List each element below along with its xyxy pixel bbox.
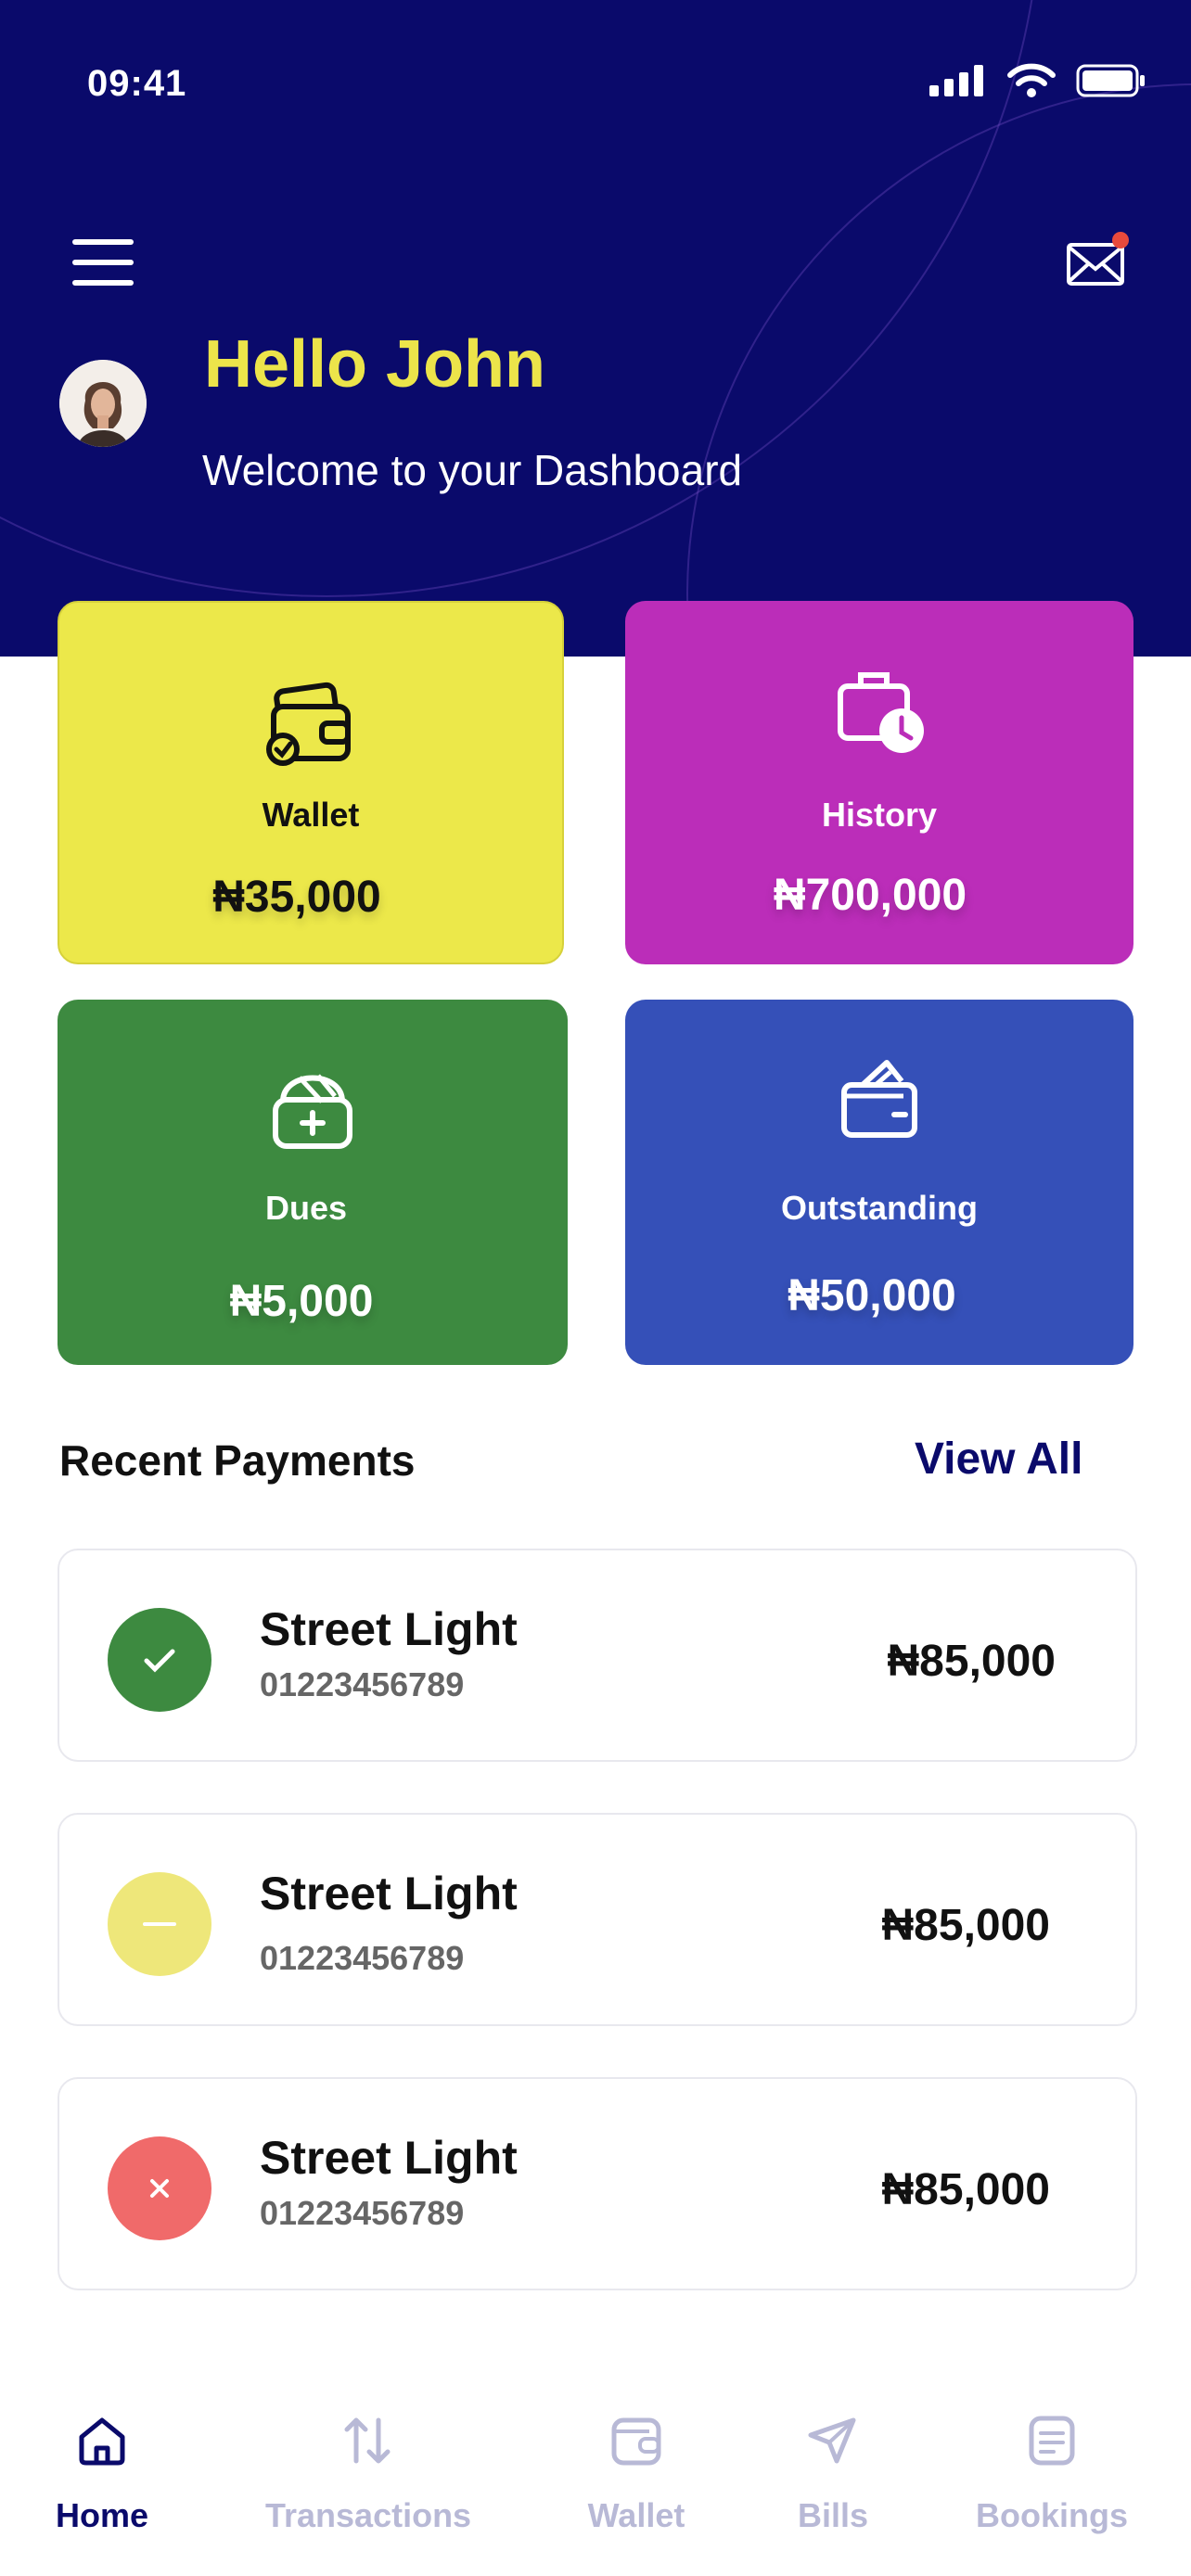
view-all-link[interactable]: View All (915, 1434, 1082, 1485)
payment-account: 01223456789 (260, 2194, 465, 2232)
status-success-icon (108, 1608, 211, 1712)
document-icon (1029, 2416, 1075, 2466)
payment-account: 01223456789 (260, 1665, 465, 1703)
bottom-nav: Home Transactions Wallet Bills Bookings (0, 2355, 1191, 2576)
wallet-icon (841, 1060, 917, 1138)
payment-name: Street Light (260, 2132, 518, 2184)
nav-label: Bookings (975, 2496, 1128, 2534)
mail-icon[interactable] (1065, 232, 1132, 289)
wallet-check-icon (266, 682, 351, 766)
battery-icon (1076, 64, 1145, 97)
signal-icon (929, 65, 983, 96)
nav-label: Bills (797, 2496, 869, 2534)
arrows-up-down-icon (344, 2417, 391, 2464)
card-amount: ₦50,000 (788, 1271, 956, 1320)
nav-label: Home (55, 2496, 149, 2534)
nav-label: Wallet (587, 2496, 685, 2534)
payment-account: 01223456789 (260, 1939, 465, 1977)
card-label: Dues (264, 1189, 348, 1227)
recent-payments-title: Recent Payments (59, 1436, 416, 1485)
nav-label: Transactions (265, 2496, 472, 2534)
card-label: Wallet (262, 796, 360, 834)
card-amount: ₦700,000 (773, 871, 967, 920)
notification-dot (1112, 232, 1129, 249)
wallet-plus-icon (273, 1074, 352, 1149)
outstanding-card[interactable]: Outstanding ₦50,000 (625, 1000, 1133, 1365)
wifi-icon (1007, 63, 1056, 97)
card-amount: ₦5,000 (229, 1277, 374, 1326)
status-failed-icon (108, 2136, 211, 2240)
send-icon (808, 2417, 856, 2464)
wallet-card[interactable]: Wallet ₦35,000 (58, 601, 564, 964)
nav-item-bookings[interactable]: Bookings (950, 2355, 1154, 2535)
payment-amount: ₦85,000 (881, 1901, 1050, 1950)
card-label: Outstanding (781, 1189, 978, 1227)
status-pending-icon (108, 1872, 211, 1976)
nav-item-wallet[interactable]: Wallet (534, 2355, 738, 2535)
card-label: History (821, 796, 938, 834)
dues-card[interactable]: Dues ₦5,000 (58, 1000, 568, 1365)
payment-item[interactable]: Street Light 01223456789 ₦85,000 (58, 1813, 1137, 2026)
payment-amount: ₦85,000 (887, 1637, 1056, 1686)
wallet-icon (611, 2417, 661, 2466)
menu-icon[interactable] (72, 239, 134, 287)
nav-item-home[interactable]: Home (0, 2355, 204, 2535)
payment-item[interactable]: Street Light 01223456789 ₦85,000 (58, 2077, 1137, 2290)
payment-amount: ₦85,000 (881, 2165, 1050, 2214)
status-time: 09:41 (87, 63, 187, 104)
payment-item[interactable]: Street Light 01223456789 ₦85,000 (58, 1549, 1137, 1762)
payment-name: Street Light (260, 1603, 518, 1655)
nav-item-bills[interactable]: Bills (731, 2355, 935, 2535)
payment-name: Street Light (260, 1868, 518, 1919)
card-amount: ₦35,000 (212, 873, 381, 922)
nav-item-transactions[interactable]: Transactions (265, 2355, 472, 2535)
history-card[interactable]: History ₦700,000 (625, 601, 1133, 964)
status-icons (929, 63, 1146, 98)
avatar[interactable] (59, 360, 147, 447)
home-icon (79, 2417, 125, 2466)
greeting-title: Hello John (204, 327, 546, 402)
welcome-subtitle: Welcome to your Dashboard (202, 446, 743, 494)
briefcase-clock-icon (838, 672, 924, 753)
